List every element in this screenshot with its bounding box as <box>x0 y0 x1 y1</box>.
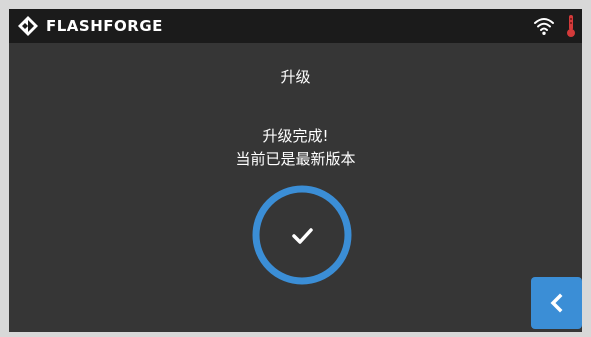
message-line-latest-version: 当前已是最新版本 <box>235 150 356 168</box>
back-button[interactable] <box>531 277 582 329</box>
chevron-left-icon <box>550 293 563 313</box>
device-bezel: FLASHFORGE 升级 升级完成! 当前已是最新版本 <box>0 0 591 337</box>
page-title: 升级 <box>280 68 311 86</box>
message-line-complete: 升级完成! <box>262 127 329 145</box>
status-message: 升级完成! 当前已是最新版本 <box>9 125 582 171</box>
checkmark-circle-icon <box>252 185 352 285</box>
wifi-icon[interactable] <box>533 16 555 36</box>
touch-screen: FLASHFORGE 升级 升级完成! 当前已是最新版本 <box>9 9 582 332</box>
status-bar: FLASHFORGE <box>9 9 582 43</box>
brand-name: FLASHFORGE <box>46 17 163 35</box>
thermometer-icon[interactable] <box>566 14 576 38</box>
flashforge-logo-icon <box>18 16 38 36</box>
